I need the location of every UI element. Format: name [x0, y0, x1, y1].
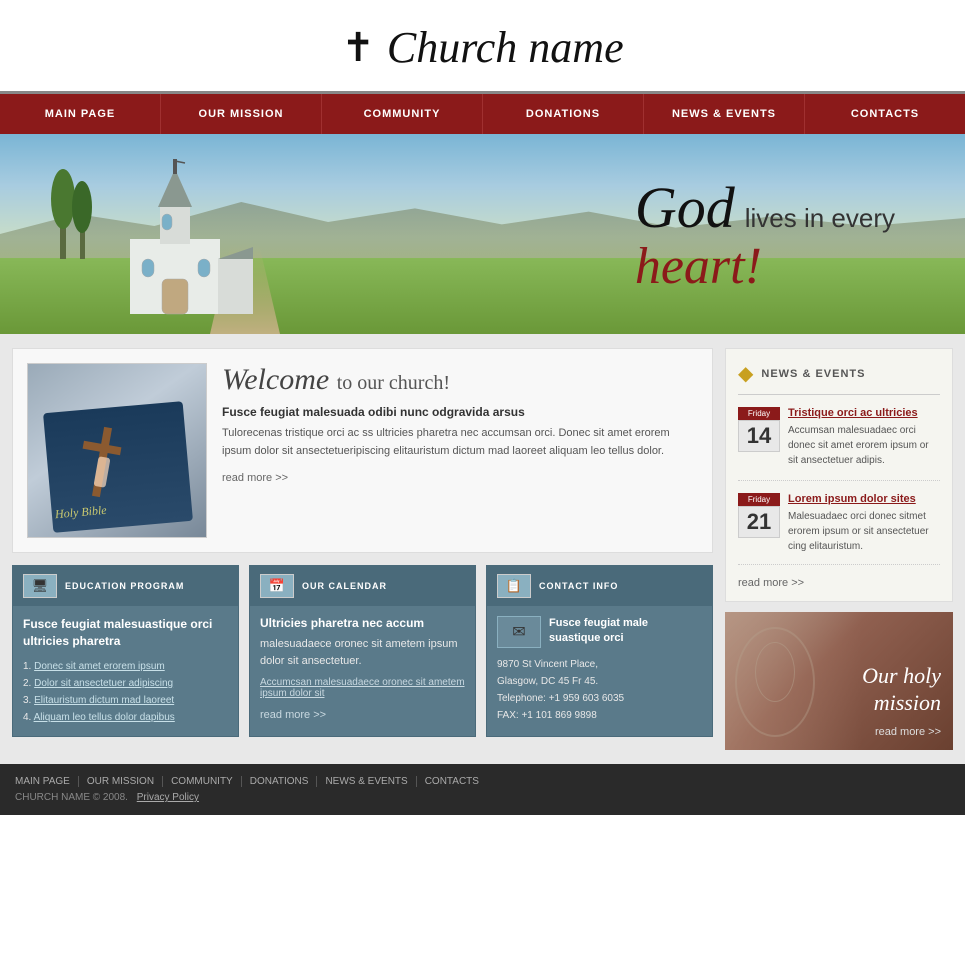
calendar-heading: Ultricies pharetra nec accum: [260, 616, 465, 630]
welcome-image: Holy Bible: [27, 363, 207, 538]
day-num-1: 14: [738, 420, 780, 452]
contact-icon: 📋: [497, 574, 531, 598]
education-content: Fusce feugiat malesuastique orci ultrici…: [13, 606, 238, 736]
hero-god: God: [635, 179, 735, 237]
news-item-2: Friday 21 Lorem ipsum dolor sites Malesu…: [738, 493, 940, 565]
footer-main-page[interactable]: MAIN PAGE: [15, 776, 79, 787]
contact-box-header: 📋 CONTACT INFO: [487, 566, 712, 606]
footer-news-events[interactable]: NEWS & EVENTS: [317, 776, 416, 787]
footer-copyright: CHURCH NAME © 2008. Privacy Policy: [15, 792, 950, 803]
news-title-1[interactable]: Tristique orci ac ultricies: [788, 407, 940, 419]
nav-contacts[interactable]: CONTACTS: [805, 94, 965, 134]
contact-box: 📋 CONTACT INFO ✉ Fusce feugiat male suas…: [486, 565, 713, 737]
calendar-icon: 📅: [260, 574, 294, 598]
mission-title-line2: mission: [862, 690, 941, 716]
calendar-body: malesuadaece oronec sit ametem ipsum dol…: [260, 636, 465, 669]
news-events-title: NEWS & EVENTS: [761, 368, 865, 380]
welcome-read-more[interactable]: read more >>: [222, 472, 288, 484]
welcome-normal: to our church!: [337, 372, 450, 394]
footer-community[interactable]: COMMUNITY: [163, 776, 242, 787]
date-badge-1: Friday 14: [738, 407, 780, 468]
nav-news-events[interactable]: NEWS & EVENTS: [644, 94, 804, 134]
hero-text: God lives in every heart!: [635, 179, 895, 296]
calendar-box-header: 📅 OUR CALENDAR: [250, 566, 475, 606]
mission-box: Our holy mission read more >>: [725, 612, 953, 750]
calendar-content: Ultricies pharetra nec accum malesuadaec…: [250, 606, 475, 731]
main-nav: MAIN PAGE OUR MISSION COMMUNITY DONATION…: [0, 94, 965, 134]
edu-link-3[interactable]: Elitauristum dictum mad laoreet: [34, 695, 174, 706]
edu-link-2[interactable]: Dolor sit ansectetuer adipiscing: [34, 678, 173, 689]
calendar-link[interactable]: Accumcsan malesuadaece oronec sit ametem…: [260, 677, 465, 699]
sidebar: ◆ NEWS & EVENTS Friday 14 Tristique orci…: [725, 348, 953, 750]
news-content-1: Tristique orci ac ultricies Accumsan mal…: [788, 407, 940, 468]
mission-title-line1: Our holy: [862, 663, 941, 689]
contact-title: CONTACT INFO: [539, 581, 618, 591]
cross-icon: ✝: [341, 24, 375, 71]
calendar-box: 📅 OUR CALENDAR Ultricies pharetra nec ac…: [249, 565, 476, 737]
welcome-heading: Welcome to our church!: [222, 363, 698, 397]
site-title: ✝ Church name: [341, 22, 623, 73]
welcome-italic: Welcome: [222, 363, 329, 396]
nav-community[interactable]: COMMUNITY: [322, 94, 482, 134]
education-box-header: 🖥 EDUCATION PROGRAM: [13, 566, 238, 606]
day-label-1: Friday: [738, 407, 780, 420]
footer-donations[interactable]: DONATIONS: [242, 776, 318, 787]
calendar-read-more[interactable]: read more >>: [260, 709, 326, 721]
news-title-2[interactable]: Lorem ipsum dolor sites: [788, 493, 940, 505]
nav-donations[interactable]: DONATIONS: [483, 94, 643, 134]
footer-our-mission[interactable]: OUR MISSION: [79, 776, 163, 787]
welcome-body: Tulorecenas tristique orci ac ss ultrici…: [222, 425, 698, 460]
day-label-2: Friday: [738, 493, 780, 506]
news-events-box: ◆ NEWS & EVENTS Friday 14 Tristique orci…: [725, 348, 953, 602]
edu-link-1[interactable]: Donec sit amet erorem ipsum: [34, 661, 165, 672]
footer: MAIN PAGE OUR MISSION COMMUNITY DONATION…: [0, 764, 965, 815]
edu-link-4[interactable]: Aliquam leo tellus dolor dapibus: [34, 712, 175, 723]
news-events-header: ◆ NEWS & EVENTS: [738, 361, 940, 395]
welcome-text-area: Welcome to our church! Fusce feugiat mal…: [222, 363, 698, 538]
mail-icon: ✉: [497, 616, 541, 648]
calendar-title: OUR CALENDAR: [302, 581, 387, 591]
footer-contacts[interactable]: CONTACTS: [417, 776, 487, 787]
news-content-2: Lorem ipsum dolor sites Malesuadaec orci…: [788, 493, 940, 554]
education-heading: Fusce feugiat malesuastique orci ultrici…: [23, 616, 228, 650]
welcome-box: Holy Bible Welcome to our church! Fusce …: [12, 348, 713, 553]
main-content-wrapper: Holy Bible Welcome to our church! Fusce …: [0, 334, 965, 764]
contact-heading: Fusce feugiat male suastique orci: [549, 616, 702, 647]
footer-privacy[interactable]: Privacy Policy: [137, 792, 199, 803]
education-icon: 🖥: [23, 574, 57, 598]
church-illustration: [50, 149, 290, 334]
date-badge-2: Friday 21: [738, 493, 780, 554]
footer-nav: MAIN PAGE OUR MISSION COMMUNITY DONATION…: [15, 776, 950, 787]
nav-our-mission[interactable]: OUR MISSION: [161, 94, 321, 134]
hero-banner: God lives in every heart!: [0, 134, 965, 334]
info-boxes-row: 🖥 EDUCATION PROGRAM Fusce feugiat malesu…: [12, 565, 713, 737]
news-body-2: Malesuadaec orci donec sitmet erorem ips…: [788, 509, 940, 554]
hero-lives: lives in every: [745, 203, 895, 234]
news-body-1: Accumsan malesuadaec orci donec sit amet…: [788, 423, 940, 468]
header: ✝ Church name: [0, 0, 965, 94]
education-box: 🖥 EDUCATION PROGRAM Fusce feugiat malesu…: [12, 565, 239, 737]
welcome-subheading: Fusce feugiat malesuada odibi nunc odgra…: [222, 405, 698, 419]
content-area: Holy Bible Welcome to our church! Fusce …: [12, 348, 713, 750]
mission-read-more[interactable]: read more >>: [875, 726, 941, 738]
contact-content: ✉ Fusce feugiat male suastique orci 9870…: [487, 606, 712, 734]
education-title: EDUCATION PROGRAM: [65, 581, 184, 591]
mission-text: Our holy mission read more >>: [862, 663, 941, 738]
news-arrow-icon: ◆: [738, 361, 753, 386]
nav-main-page[interactable]: MAIN PAGE: [0, 94, 160, 134]
contact-address: 9870 St Vincent Place, Glasgow, DC 45 Fr…: [497, 656, 702, 724]
church-name: Church name: [387, 22, 624, 73]
hero-heart: heart!: [635, 238, 762, 295]
news-item-1: Friday 14 Tristique orci ac ultricies Ac…: [738, 407, 940, 481]
news-read-more[interactable]: read more >>: [738, 577, 804, 589]
day-num-2: 21: [738, 506, 780, 538]
